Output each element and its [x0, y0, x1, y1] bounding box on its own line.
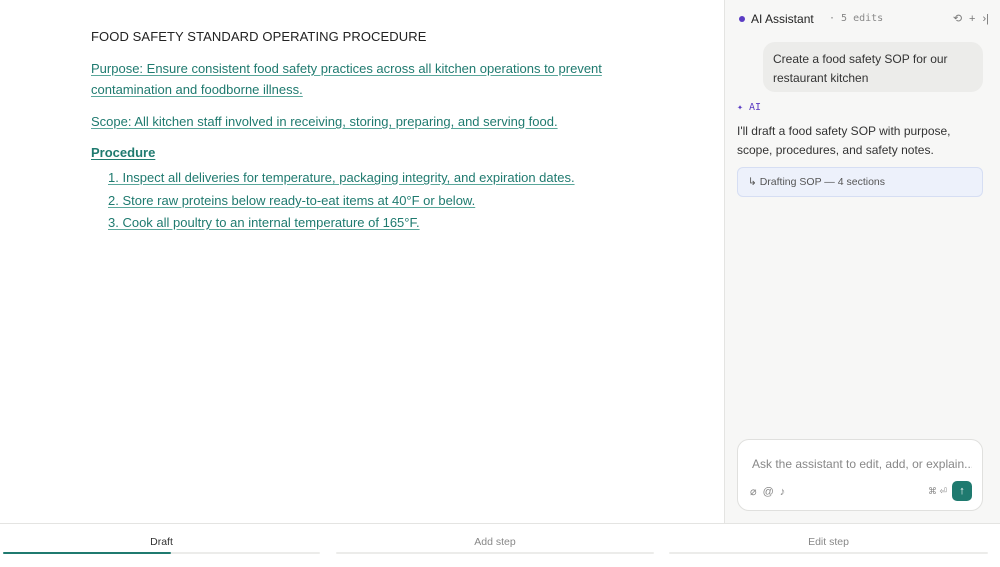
ai-label: ✦ AI [737, 102, 762, 113]
assistant-title: AI Assistant [751, 12, 814, 26]
tab-draft[interactable]: Draft [3, 524, 320, 566]
collapse-icon[interactable]: ›| [982, 13, 989, 25]
assistant-input[interactable] [750, 456, 974, 472]
document-area[interactable]: FOOD SAFETY STANDARD OPERATING PROCEDURE… [0, 0, 724, 523]
drafting-status-chip[interactable]: ↳ Drafting SOP — 4 sections [737, 167, 983, 197]
plus-icon[interactable]: + [969, 13, 975, 25]
tab-add-step[interactable]: Add step [336, 524, 654, 566]
procedure-step[interactable]: 3. Cook all poultry to an internal tempe… [108, 212, 575, 235]
send-button[interactable]: ↑ [952, 481, 972, 501]
procedure-step[interactable]: 1. Inspect all deliveries for temperatur… [108, 167, 575, 190]
tab-progress-track [336, 552, 654, 554]
scope-paragraph[interactable]: Scope: All kitchen staff involved in rec… [91, 111, 611, 132]
procedure-step[interactable]: 2. Store raw proteins below ready-to-eat… [108, 190, 575, 213]
assistant-header: AI Assistant · 5 edits ⟲ + ›| [737, 12, 989, 28]
procedure-heading[interactable]: Procedure [91, 145, 155, 160]
status-dot-icon [739, 16, 745, 22]
bottom-tabs: Draft Add step Edit step [0, 523, 1000, 567]
composer-tools: ⌀ @ ♪ [750, 485, 791, 498]
assistant-sidebar: AI Assistant · 5 edits ⟲ + ›| Create a foo… [724, 0, 1000, 523]
document-title: FOOD SAFETY STANDARD OPERATING PROCEDURE [91, 29, 427, 44]
history-icon[interactable]: ⟲ [953, 13, 962, 25]
microphone-icon[interactable]: ♪ [780, 486, 786, 498]
ai-message: I'll draft a food safety SOP with purpos… [737, 124, 951, 157]
tab-label: Add step [474, 536, 516, 548]
tab-progress-track [3, 552, 320, 554]
edits-count: · 5 edits [829, 13, 884, 24]
header-actions: ⟲ + ›| [946, 12, 989, 25]
tab-label: Draft [150, 536, 173, 548]
message-composer: ⌀ @ ♪ ⌘ ⏎ ↑ [737, 439, 983, 511]
attach-icon[interactable]: ⌀ [750, 486, 757, 498]
tab-progress-fill [3, 552, 171, 554]
keyboard-shortcut-hint: ⌘ ⏎ [928, 486, 948, 496]
user-message: Create a food safety SOP for our restaur… [763, 42, 983, 92]
tab-progress-track [669, 552, 988, 554]
tab-edit-step[interactable]: Edit step [669, 524, 988, 566]
procedure-steps: 1. Inspect all deliveries for temperatur… [108, 167, 575, 235]
purpose-paragraph[interactable]: Purpose: Ensure consistent food safety p… [91, 58, 611, 100]
tab-label: Edit step [808, 536, 849, 548]
mention-icon[interactable]: @ [763, 486, 774, 498]
